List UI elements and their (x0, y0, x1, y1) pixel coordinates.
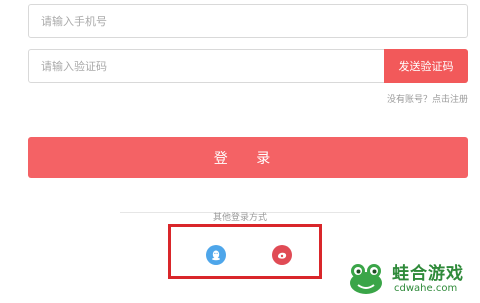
login-button[interactable]: 登 录 (28, 137, 468, 178)
other-login-label: 其他登录方式 (0, 205, 480, 224)
qq-login-button[interactable] (206, 245, 226, 265)
frog-logo-icon (350, 264, 382, 294)
weibo-icon (278, 252, 287, 259)
phone-input[interactable] (41, 5, 371, 37)
watermark-url: cdwahe.com (394, 283, 458, 294)
phone-field[interactable] (28, 4, 468, 38)
verification-code-input[interactable] (41, 50, 371, 82)
weibo-login-button[interactable] (272, 245, 292, 265)
social-login-highlight-box (168, 224, 322, 279)
watermark-name: 蛙合游戏 (392, 264, 464, 284)
register-link[interactable]: 没有账号？点击注册 (387, 92, 468, 105)
other-login-text: 其他登录方式 (206, 213, 273, 223)
send-code-button[interactable]: 发送验证码 (384, 49, 468, 83)
qq-penguin-icon (212, 250, 220, 261)
verification-code-field[interactable]: 发送验证码 (28, 49, 468, 83)
watermark: 蛙合游戏 cdwahe.com (340, 253, 480, 303)
